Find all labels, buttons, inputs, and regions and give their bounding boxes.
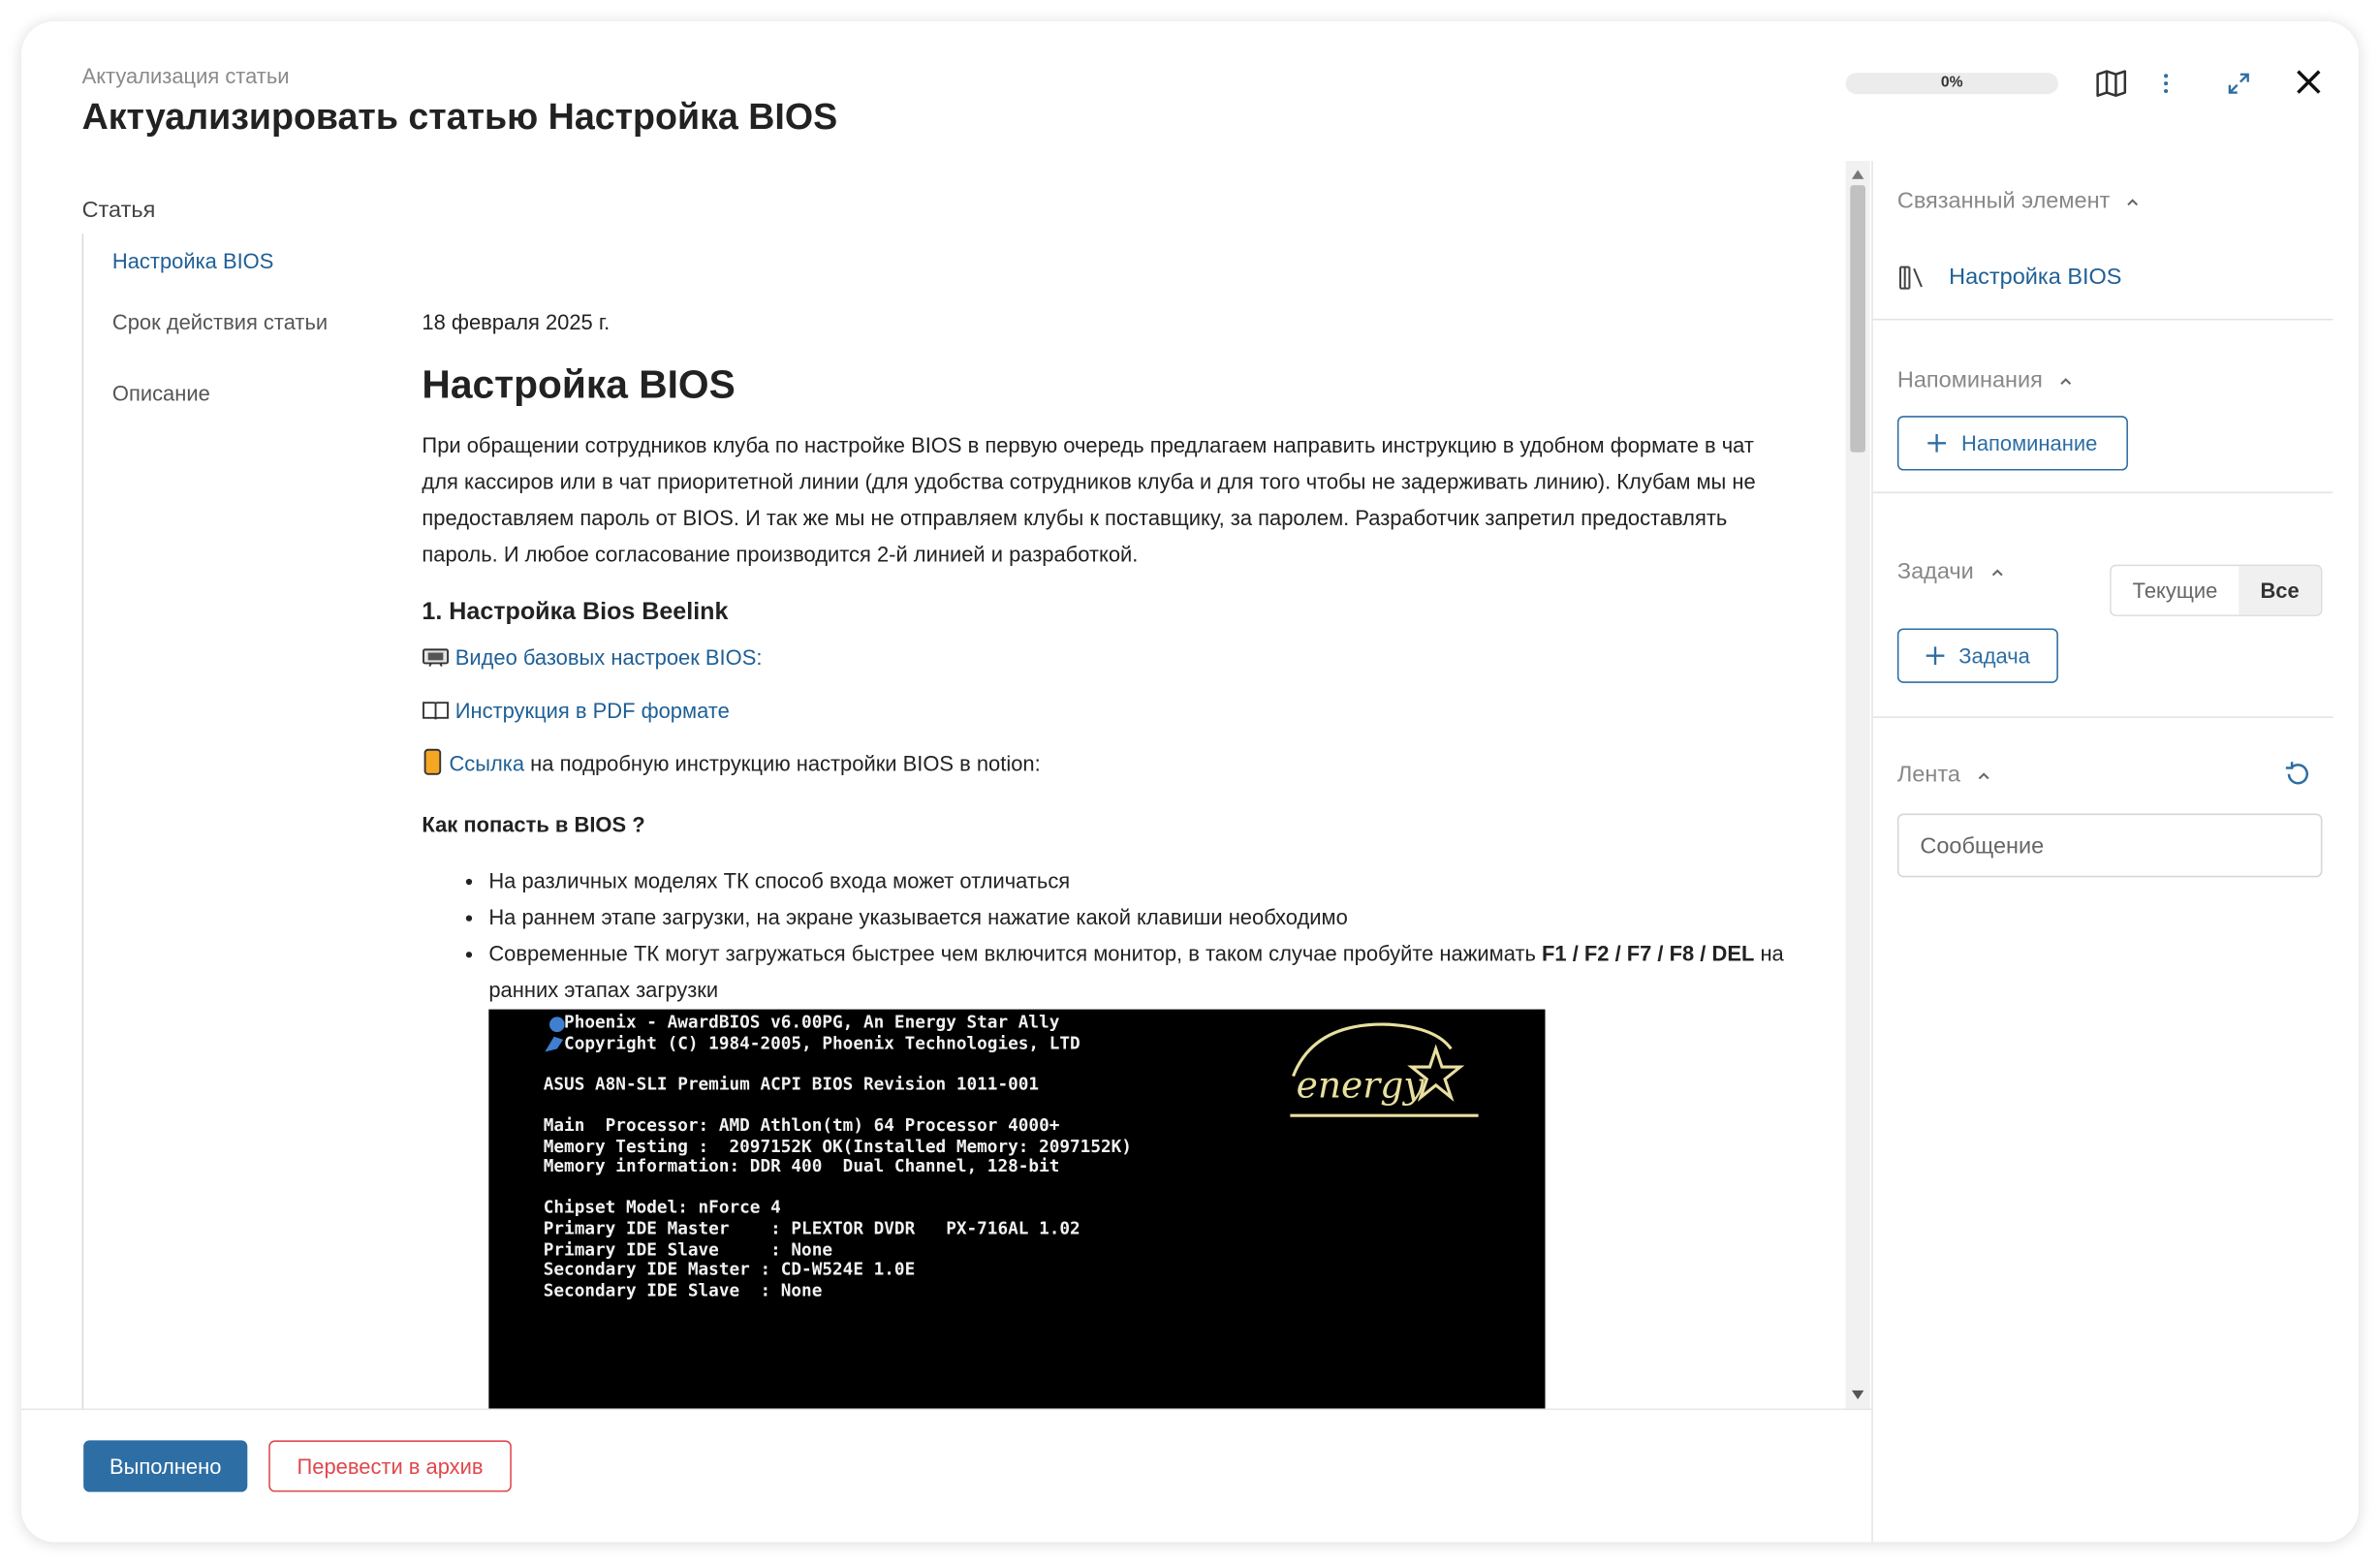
divider (1872, 318, 2333, 321)
expand-icon[interactable] (2219, 64, 2259, 104)
list-item-text: Современные ТК могут загружаться быстрее… (488, 941, 1543, 966)
chevron-up-icon (1991, 569, 2002, 577)
bios-text: Phoenix - AwardBIOS v6.00PG, An Energy S… (543, 1012, 1132, 1300)
description-intro: При обращении сотрудников клуба по настр… (422, 432, 1756, 567)
tips-list: На различных моделях ТК способ входа мож… (422, 862, 1794, 1008)
chevron-up-icon (2060, 378, 2072, 385)
notion-link[interactable]: Ссылка (449, 751, 524, 775)
refresh-icon[interactable] (2283, 759, 2313, 797)
section-heading: 1. Настройка Bios Beelink (422, 599, 729, 626)
section-label-article: Статья (81, 197, 156, 224)
phone-icon (422, 748, 449, 775)
main-content: Статья Настройка BIOS Срок действия стат… (46, 161, 1870, 1409)
progress-bar: 0% (1845, 73, 2058, 95)
video-line: Видео базовых настроек BIOS: (422, 642, 1794, 673)
divider (1872, 491, 2333, 494)
tab-all[interactable]: Все (2239, 566, 2321, 615)
list-item: На раннем этапе загрузки, на экране указ… (488, 898, 1794, 935)
related-link[interactable]: Настройка BIOS (1949, 265, 2121, 291)
close-icon[interactable] (2289, 62, 2329, 102)
pdf-link[interactable]: Инструкция в PDF формате (455, 698, 730, 722)
scrollbar-thumb[interactable] (1850, 185, 1865, 453)
expiry-value: 18 февраля 2025 г. (422, 309, 611, 334)
right-sidebar: Связанный элемент Настройка BIOS Напомин… (1871, 161, 2359, 1543)
library-icon (1897, 265, 1927, 299)
energy-star-logo: energy (1284, 1016, 1482, 1122)
expiry-label: Срок действия статьи (111, 309, 329, 334)
chevron-up-icon (1978, 772, 1989, 780)
how-to-heading: Как попасть в BIOS ? (422, 811, 645, 837)
feed-heading[interactable]: Лента (1897, 762, 1991, 788)
progress-label: 0% (1940, 74, 1963, 91)
plus-icon (1927, 433, 1947, 453)
plus-icon (1925, 646, 1944, 666)
energy-logo-text: energy (1297, 1063, 1425, 1106)
article-link[interactable]: Настройка BIOS (112, 249, 273, 273)
description-heading: Настройка BIOS (422, 360, 736, 407)
video-icon (422, 645, 454, 670)
reminders-heading[interactable]: Напоминания (1897, 367, 2074, 393)
notion-line: Ссылка на подробную инструкцию настройки… (422, 748, 1794, 778)
article-update-modal: Актуализация статьи Актуализировать стат… (20, 20, 2360, 1543)
done-button[interactable]: Выполнено (83, 1440, 248, 1492)
map-icon[interactable] (2091, 64, 2131, 104)
video-link[interactable]: Видео базовых настроек BIOS: (455, 645, 763, 670)
scroll-up-icon[interactable] (1851, 170, 1864, 179)
tab-current[interactable]: Текущие (2111, 566, 2239, 615)
add-task-button[interactable]: Задача (1896, 628, 2058, 683)
modal-title: Актуализировать статью Настройка BIOS (81, 97, 838, 139)
divider (81, 234, 84, 1409)
message-input[interactable]: Сообщение (1896, 813, 2323, 878)
notion-text: на подробную инструкцию настройки BIOS в… (524, 751, 1041, 776)
archive-button[interactable]: Перевести в архив (268, 1440, 512, 1492)
modal-subtitle: Актуализация статьи (81, 63, 290, 88)
related-heading[interactable]: Связанный элемент (1897, 188, 2141, 214)
divider (1872, 716, 2333, 718)
tasks-heading-label: Задачи (1896, 558, 1974, 585)
pdf-line: Инструкция в PDF формате (422, 695, 1794, 725)
key-list: F1 / F2 / F7 / F8 / DEL (1542, 941, 1755, 966)
list-item: На различных моделях ТК способ входа мож… (488, 862, 1794, 899)
add-reminder-button[interactable]: Напоминание (1896, 416, 2128, 471)
description-label: Описание (111, 381, 210, 406)
add-task-label: Задача (1958, 643, 2030, 669)
add-reminder-label: Напоминание (1960, 430, 2098, 455)
more-options-icon[interactable] (2146, 64, 2186, 104)
reminders-heading-label: Напоминания (1896, 367, 2043, 393)
chevron-up-icon (2127, 199, 2139, 206)
book-icon (422, 698, 454, 722)
tasks-filter: Текущие Все (2110, 564, 2323, 616)
tasks-heading[interactable]: Задачи (1897, 558, 2004, 584)
feed-heading-label: Лента (1896, 762, 1960, 788)
related-heading-label: Связанный элемент (1896, 188, 2111, 214)
scroll-down-icon[interactable] (1851, 1390, 1864, 1400)
footer-bar: Выполнено Перевести в архив (20, 1408, 1872, 1543)
bios-screenshot-image: Phoenix - AwardBIOS v6.00PG, An Energy S… (488, 1009, 1546, 1409)
list-item: Современные ТК могут загружаться быстрее… (488, 935, 1794, 1008)
description-body: Настройка BIOS При обращении сотрудников… (422, 361, 1794, 1409)
